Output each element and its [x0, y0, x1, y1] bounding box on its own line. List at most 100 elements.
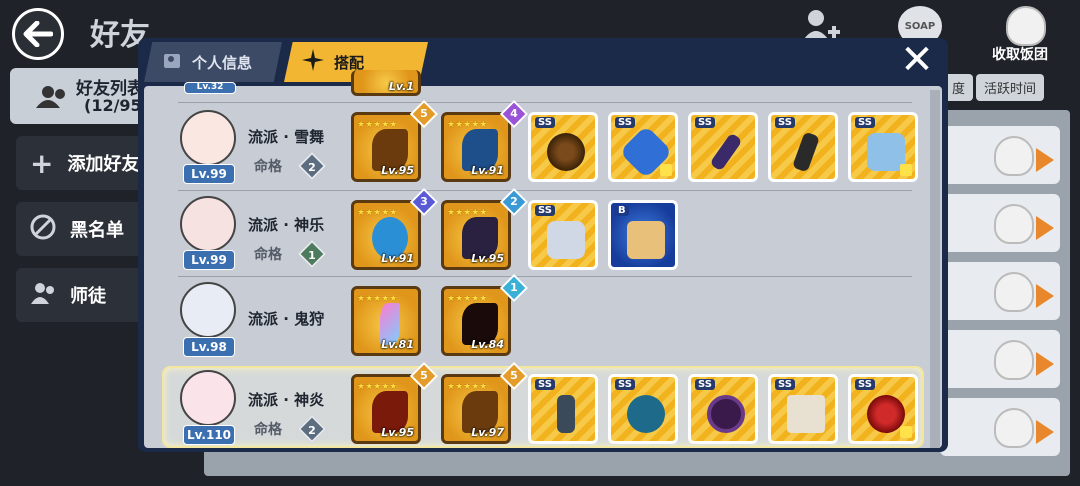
profile-icon: [162, 50, 182, 74]
equip-slot[interactable]: B: [608, 200, 678, 270]
slot-level: Lv.91: [471, 164, 504, 177]
equip-slot[interactable]: SS: [848, 374, 918, 444]
mingge-label: 命格: [254, 247, 282, 263]
star-rating-icon: ★★★★★: [447, 294, 488, 304]
weapon-slot[interactable]: ★★★★★ Lv.95: [351, 374, 421, 444]
onigiri-icon: [994, 408, 1034, 448]
equip-slot[interactable]: SS: [528, 200, 598, 270]
scrollbar[interactable]: [930, 90, 940, 448]
weapon-slot[interactable]: ★★★★★ Lv.91: [351, 200, 421, 270]
onigiri-icon: [994, 272, 1034, 312]
star-rating-icon: ★★★★★: [357, 120, 398, 130]
slot-level: Lv.95: [381, 164, 414, 177]
onigiri-icon: [994, 340, 1034, 380]
friend-row[interactable]: [940, 262, 1060, 320]
weapon-slot[interactable]: ★★★★★ Lv.97: [441, 374, 511, 444]
orb-icon: [627, 395, 665, 433]
row-divider: [178, 276, 912, 277]
row-divider: [178, 190, 912, 191]
send-arrow-icon: [1036, 148, 1054, 172]
weapon-slot[interactable]: ★★★★★ Lv.91: [441, 112, 511, 182]
close-button[interactable]: ✕: [896, 37, 938, 83]
equip-slot[interactable]: SS: [528, 374, 598, 444]
slot-level: Lv.1: [388, 80, 414, 93]
block-icon: [30, 214, 56, 245]
back-arrow-icon: [23, 21, 53, 47]
close-icon: ✕: [900, 37, 934, 83]
mingge-label: 命格: [254, 159, 282, 175]
onigiri-icon: [1006, 6, 1046, 46]
friends-icon: [36, 84, 70, 112]
friend-row[interactable]: [940, 126, 1060, 184]
weapon-slot[interactable]: ★★★★★ Lv.84: [441, 286, 511, 356]
column-header-intimacy[interactable]: 度: [944, 74, 974, 101]
equip-slot[interactable]: SS: [688, 112, 758, 182]
blade-handle-icon: [791, 131, 821, 173]
mingge-label: 命格: [254, 422, 282, 438]
weapon-slot[interactable]: ★★★★★ Lv.95: [351, 112, 421, 182]
back-button[interactable]: [12, 8, 64, 60]
friends-list-count: (12/95: [84, 96, 142, 115]
scroll-icon: [627, 221, 665, 259]
equip-slot[interactable]: SS: [608, 112, 678, 182]
slot-level: Lv.91: [381, 252, 414, 265]
send-arrow-icon: [1036, 352, 1054, 376]
hilt-icon: [557, 395, 575, 433]
sidebar-item-mentor[interactable]: 师徒: [16, 268, 156, 322]
star-rating-icon: ★★★★★: [357, 208, 398, 218]
avatar[interactable]: [180, 370, 236, 426]
scroll-bundle-icon: [547, 221, 585, 259]
sidebar-item-blacklist[interactable]: 黑名单: [16, 202, 156, 256]
send-arrow-icon: [1036, 216, 1054, 240]
equip-slot[interactable]: SS: [768, 112, 838, 182]
level-badge: Lv.110: [183, 425, 235, 445]
row-divider: [178, 102, 912, 103]
avatar[interactable]: [180, 282, 236, 338]
equip-slot[interactable]: SS: [528, 112, 598, 182]
star-rating-icon: ★★★★★: [357, 294, 398, 304]
level-badge: Lv.98: [183, 337, 235, 357]
school-name: 流派 · 神乐: [248, 216, 325, 234]
school-name: 流派 · 鬼狩: [248, 310, 325, 328]
star-rating-icon: ★★★★★: [357, 382, 398, 392]
sidebar-item-label: 黑名单: [70, 220, 124, 241]
weapon-slot[interactable]: ★★★★★ Lv.95: [441, 200, 511, 270]
dagger-icon: [709, 132, 743, 172]
column-header-active-time[interactable]: 活跃时间: [976, 74, 1045, 101]
friend-row[interactable]: [940, 398, 1060, 456]
ring-icon: [707, 395, 745, 433]
mentor-icon: [30, 280, 56, 311]
send-arrow-icon: [1036, 284, 1054, 308]
sidebar-item-add-friend[interactable]: + 添加好友: [16, 136, 156, 190]
avatar[interactable]: [180, 196, 236, 252]
school-name: 流派 · 神炎: [248, 391, 325, 409]
tab-personal-info[interactable]: 个人信息: [144, 42, 282, 82]
equip-slot[interactable]: SS: [608, 374, 678, 444]
star-rating-icon: ★★★★★: [447, 382, 488, 392]
weapon-slot[interactable]: Lv.1: [351, 70, 421, 96]
friend-row[interactable]: [940, 194, 1060, 252]
tab-label: 个人信息: [192, 53, 253, 72]
collect-onigiri-label: 收取饭团: [992, 47, 1048, 63]
avatar[interactable]: [180, 110, 236, 166]
equip-slot[interactable]: SS: [768, 374, 838, 444]
weapon-slot[interactable]: ★★★★★ Lv.81: [351, 286, 421, 356]
level-badge: Lv.99: [183, 164, 235, 184]
level-badge: Lv.32: [184, 82, 236, 94]
slot-level: Lv.84: [471, 338, 504, 351]
plus-icon: +: [30, 146, 54, 180]
onigiri-icon: [994, 136, 1034, 176]
collect-onigiri-button[interactable]: [1004, 6, 1048, 46]
shuriken-icon: [302, 49, 324, 75]
friend-row[interactable]: [940, 330, 1060, 388]
equip-slot[interactable]: SS: [688, 374, 758, 444]
equip-slot[interactable]: SS: [848, 112, 918, 182]
mingge-value: 2: [308, 160, 316, 174]
slot-level: Lv.95: [381, 426, 414, 439]
onigiri-icon: [994, 204, 1034, 244]
star-rating-icon: ★★★★★: [447, 120, 488, 130]
beads-icon: [547, 133, 585, 171]
cleaver-icon: [787, 395, 825, 433]
set-tag-icon: [900, 164, 912, 176]
sidebar-item-label: 添加好友: [67, 154, 140, 175]
